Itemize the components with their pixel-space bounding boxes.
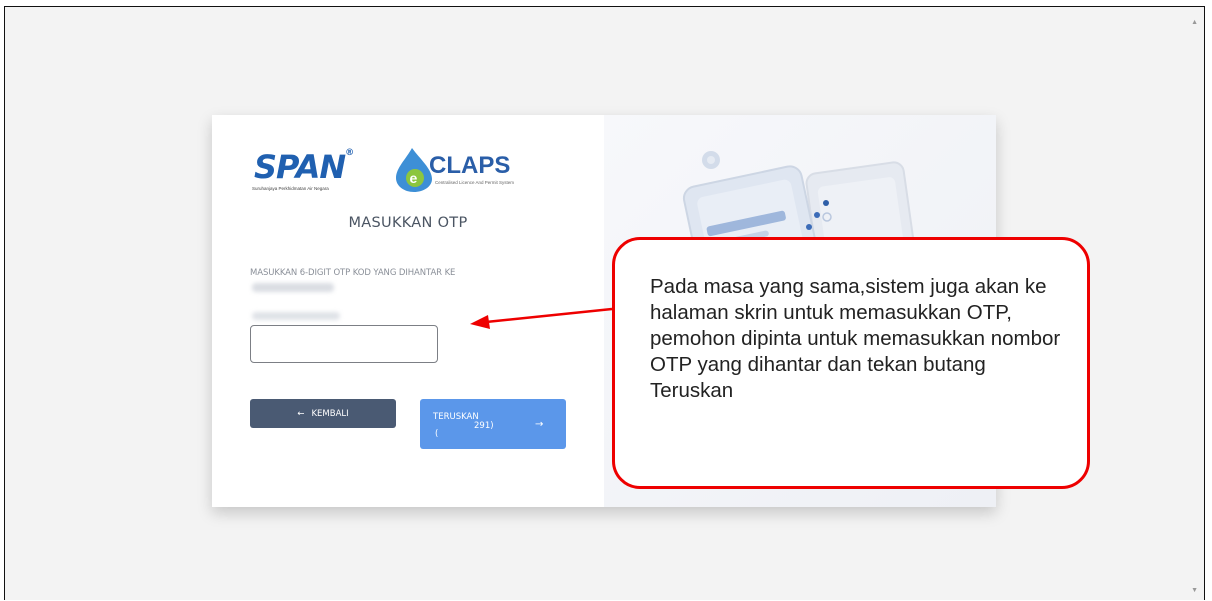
instruction-callout: Pada masa yang sama,sistem juga akan ke … [612, 237, 1090, 489]
eclaps-logo-subtitle: Centralised Licence And Permit System [435, 180, 515, 185]
countdown-value: 291) [474, 421, 494, 431]
span-logo-text: SPAN [254, 148, 346, 186]
masked-phone-number [252, 283, 334, 292]
span-logo-subtitle: Suruhanjaya Perkhidmatan Air Negara [252, 186, 329, 191]
eclaps-logo-text: CLAPS [429, 152, 511, 179]
callout-text: Pada masa yang sama,sistem juga akan ke … [650, 275, 1061, 402]
back-button[interactable]: ← KEMBALI [250, 399, 396, 428]
masked-field-label [252, 312, 340, 320]
span-logo-tm: ® [345, 148, 354, 158]
otp-instruction: MASUKKAN 6-DIGIT OTP KOD YANG DIHANTAR K… [250, 268, 456, 278]
svg-text:e: e [410, 170, 418, 186]
otp-form-panel: SPAN® Suruhanjaya Perkhidmatan Air Negar… [212, 115, 604, 507]
continue-button-label: TERUSKAN [433, 412, 479, 422]
back-button-label: KEMBALI [311, 408, 349, 419]
otp-input[interactable] [250, 325, 438, 363]
scroll-down-icon[interactable]: ▼ [1191, 587, 1198, 594]
arrow-right-icon: → [535, 419, 544, 430]
continue-button[interactable]: TERUSKAN 291) ( → [420, 399, 566, 449]
span-logo: SPAN® [254, 148, 354, 186]
scroll-up-icon[interactable]: ▲ [1191, 19, 1198, 26]
countdown-paren: ( [435, 429, 439, 439]
page-title: MASUKKAN OTP [348, 215, 468, 231]
eclaps-logo: e CLAPS Centralised Licence And Permit S… [392, 145, 515, 195]
arrow-left-icon: ← [297, 408, 305, 419]
